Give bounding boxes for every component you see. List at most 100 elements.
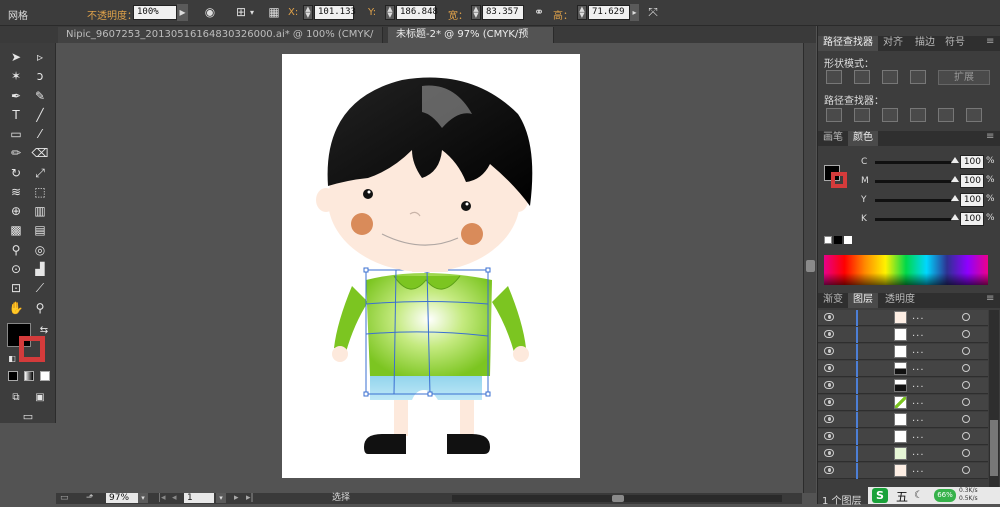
scrollbar-thumb[interactable] — [806, 260, 815, 272]
perspective-grid-tool-icon[interactable]: ▥ — [30, 202, 50, 221]
mesh-tool-icon[interactable]: ▩ — [6, 221, 26, 240]
last-artboard-icon[interactable]: ▸| — [246, 493, 254, 504]
canvas-area[interactable] — [56, 43, 802, 493]
channel-value-field[interactable]: 100 — [960, 193, 984, 207]
panel-menu-icon[interactable]: ≡ — [986, 36, 994, 47]
target-icon[interactable] — [962, 364, 970, 372]
visibility-eye-icon[interactable] — [824, 415, 834, 423]
height-dropdown-arrow-icon[interactable]: ▸ — [630, 4, 639, 21]
scrollbar-thumb[interactable] — [612, 495, 624, 502]
trim-icon[interactable] — [854, 108, 870, 122]
layers-scrollbar[interactable] — [989, 310, 999, 488]
target-icon[interactable] — [962, 398, 970, 406]
opacity-dropdown-arrow-icon[interactable]: ▸ — [177, 4, 188, 21]
swap-fill-stroke-icon[interactable]: ⇆ — [34, 321, 54, 340]
visibility-eye-icon[interactable] — [824, 398, 834, 406]
panel-menu-icon[interactable]: ≡ — [986, 293, 994, 304]
layer-row[interactable]: ... — [818, 429, 988, 445]
layers-list[interactable]: ... ... ... ... ... ... ... ... ... ... — [818, 310, 988, 488]
curvature-tool-icon[interactable]: ✎ — [30, 87, 50, 106]
unite-icon[interactable] — [826, 70, 842, 84]
layer-row[interactable]: ... — [818, 344, 988, 360]
pencil-tool-icon[interactable]: ✏ — [6, 144, 26, 163]
slider-c[interactable]: C 100 % — [818, 154, 1000, 172]
height-field[interactable]: 71.629 — [588, 5, 630, 20]
target-icon[interactable] — [962, 347, 970, 355]
artboard-tool-icon[interactable]: ⊡ — [6, 279, 26, 298]
tab-align[interactable]: 对齐 — [878, 36, 908, 51]
status-mode-label[interactable]: 选择 — [332, 493, 350, 504]
target-icon[interactable] — [962, 415, 970, 423]
slider-m[interactable]: M 100 % — [818, 173, 1000, 191]
channel-value-field[interactable]: 100 — [960, 174, 984, 188]
visibility-eye-icon[interactable] — [824, 364, 834, 372]
export-icon[interactable]: ⬏ — [86, 493, 94, 504]
magic-wand-icon[interactable]: ✶ — [6, 67, 26, 86]
exclude-icon[interactable] — [910, 70, 926, 84]
expand-button[interactable]: 扩展 — [938, 70, 990, 85]
type-tool-icon[interactable]: T — [6, 106, 26, 125]
selection-tool-icon[interactable]: ➤ — [6, 48, 26, 67]
black-swatch[interactable] — [834, 236, 842, 244]
lasso-tool-icon[interactable]: ↄ — [30, 67, 50, 86]
y-stepper-icon[interactable]: ▲ ▼ — [385, 5, 395, 20]
free-transform-tool-icon[interactable]: ⬚ — [30, 183, 50, 202]
constrain-proportions-link-icon[interactable]: ⚭ — [531, 4, 547, 21]
symbol-sprayer-tool-icon[interactable]: ⊙ — [6, 260, 26, 279]
opacity-field[interactable]: 100% — [133, 5, 177, 20]
boy-illustration[interactable] — [282, 54, 580, 478]
align-grid-icon[interactable]: ▦ — [266, 4, 282, 21]
hand-tool-icon[interactable]: ✋ — [6, 299, 26, 318]
layer-row[interactable]: ... — [818, 395, 988, 411]
previous-artboard-icon[interactable]: ◂ — [172, 493, 177, 504]
tab-nipic-document[interactable]: Nipic_9607253_20130516164830326000.ai* @… — [58, 27, 383, 55]
x-field[interactable]: 101.133 — [314, 5, 356, 20]
drawing-mode-icon[interactable]: ⧉ — [6, 388, 26, 407]
zoom-dropdown-icon[interactable]: ▾ — [138, 493, 148, 503]
layer-row[interactable]: ... — [818, 463, 988, 479]
transform-icon[interactable]: ⤧ — [645, 4, 661, 21]
artboard-dropdown-icon[interactable]: ▾ — [216, 493, 226, 503]
slider-knob[interactable] — [951, 195, 959, 201]
target-icon[interactable] — [962, 449, 970, 457]
tab-brushes[interactable]: 画笔 — [818, 131, 848, 146]
layer-row[interactable]: ... — [818, 327, 988, 343]
chevron-down-icon[interactable]: ▾ — [244, 4, 260, 21]
y-field[interactable]: 186.848 — [396, 5, 438, 20]
direct-selection-tool-icon[interactable]: ▹ — [30, 48, 50, 67]
tab-pathfinder[interactable]: 路径查找器 — [818, 36, 878, 51]
visibility-eye-icon[interactable] — [824, 381, 834, 389]
pen-tool-icon[interactable]: ✒ — [6, 87, 26, 106]
height-stepper-icon[interactable]: ▲ ▼ — [577, 5, 587, 20]
target-icon[interactable] — [962, 381, 970, 389]
input-mode-label[interactable]: 五 — [896, 488, 908, 505]
slider-knob[interactable] — [951, 176, 959, 182]
layer-row[interactable]: ... — [818, 361, 988, 377]
none-swatch-icon[interactable] — [824, 236, 832, 244]
target-icon[interactable] — [962, 466, 970, 474]
visibility-eye-icon[interactable] — [824, 432, 834, 440]
default-fill-stroke-icon[interactable]: ◧ — [2, 349, 22, 368]
width-tool-icon[interactable]: ≋ — [6, 183, 26, 202]
minus-back-icon[interactable] — [966, 108, 982, 122]
scrollbar-thumb[interactable] — [990, 420, 998, 476]
line-tool-icon[interactable]: ╱ — [30, 106, 50, 125]
width-stepper-icon[interactable]: ▲ ▼ — [471, 5, 481, 20]
panel-menu-icon[interactable]: ≡ — [986, 131, 994, 142]
visibility-eye-icon[interactable] — [824, 466, 834, 474]
x-stepper-icon[interactable]: ▲ ▼ — [303, 5, 313, 20]
next-artboard-icon[interactable]: ▸ — [234, 493, 239, 504]
screen-mode-icon[interactable]: ▣ — [30, 388, 50, 407]
slider-track[interactable] — [875, 180, 951, 183]
zoom-tool-icon[interactable]: ⚲ — [30, 299, 50, 318]
layer-row[interactable]: ... — [818, 446, 988, 462]
visibility-eye-icon[interactable] — [824, 449, 834, 457]
gradient-tool-icon[interactable]: ▤ — [30, 221, 50, 240]
tab-stroke[interactable]: 描边 — [910, 36, 940, 51]
outline-icon[interactable] — [938, 108, 954, 122]
intersect-icon[interactable] — [882, 70, 898, 84]
width-field[interactable]: 83.357 — [482, 5, 524, 20]
gradient-mode-icon[interactable] — [24, 371, 34, 381]
vertical-scrollbar[interactable] — [803, 43, 816, 493]
ime-toolbar[interactable]: S 五 ☾ 66% 0.3K/s 0.5K/s — [868, 487, 1000, 504]
